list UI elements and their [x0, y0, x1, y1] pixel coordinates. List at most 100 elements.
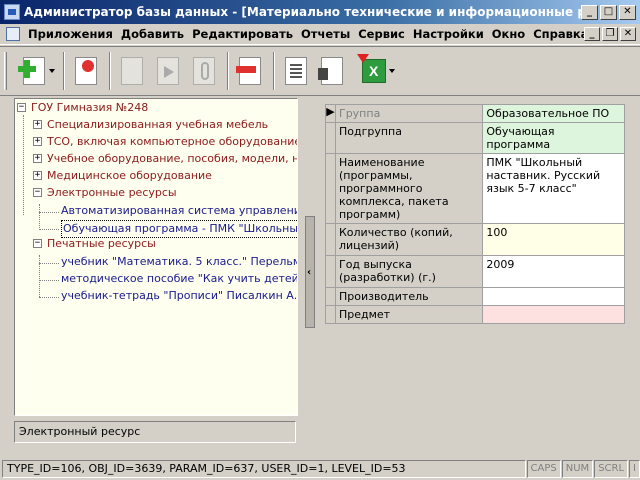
tree-root-label[interactable]: ГОУ Гимназия №248: [31, 100, 148, 116]
mdi-close-button[interactable]: ✕: [620, 27, 636, 41]
grid-row[interactable]: ▶ Группа Образовательное ПО: [325, 104, 625, 123]
tree-node-label[interactable]: Медицинское оборудование: [47, 168, 212, 184]
grid-row[interactable]: Производитель: [325, 287, 625, 306]
grid-row[interactable]: Предмет: [325, 305, 625, 324]
tree-leaf[interactable]: методическое пособие "Как учить детей ма…: [61, 271, 297, 287]
menu-help[interactable]: Справка: [529, 27, 592, 41]
collapse-icon[interactable]: −: [33, 188, 42, 197]
tree-leaf[interactable]: Автоматизированная система управления об…: [61, 203, 297, 219]
collapse-icon[interactable]: −: [17, 103, 26, 112]
collapse-left-icon[interactable]: ‹: [307, 267, 311, 278]
delete-icon: [236, 57, 261, 85]
resource-type-field: Электронный ресурс: [14, 421, 296, 443]
expand-icon[interactable]: +: [33, 120, 42, 129]
excel-icon: [357, 54, 386, 83]
tree-node-label[interactable]: ТСО, включая компьютерное оборудование: [47, 134, 297, 150]
toolbar: [0, 46, 640, 96]
row-indicator: [325, 255, 336, 288]
attach-button[interactable]: [187, 51, 221, 91]
move-button[interactable]: [151, 51, 185, 91]
app-icon[interactable]: [4, 4, 20, 20]
maximize-button[interactable]: □: [600, 4, 617, 20]
chevron-down-icon[interactable]: [389, 69, 395, 73]
copy-button[interactable]: [115, 51, 149, 91]
menu-bar: Приложения Добавить Редактировать Отчеты…: [0, 24, 640, 45]
tree-node-equipment[interactable]: + Учебное оборудование, пособия, модели,…: [33, 151, 297, 167]
row-indicator: [325, 223, 336, 256]
row-indicator: [325, 287, 336, 306]
menu-add[interactable]: Добавить: [117, 27, 188, 41]
expand-icon[interactable]: +: [33, 137, 42, 146]
import-icon: [318, 57, 343, 85]
close-button[interactable]: ✕: [619, 4, 636, 20]
property-value[interactable]: Образовательное ПО: [482, 104, 625, 123]
tree-node-label[interactable]: Специализированная учебная мебель: [47, 117, 268, 133]
property-name: Количество (копий, лицензий): [334, 223, 484, 256]
chevron-down-icon[interactable]: [49, 69, 55, 73]
property-value[interactable]: ПМК "Школьный наставник. Русский язык 5-…: [482, 153, 625, 224]
property-value[interactable]: 2009: [482, 255, 625, 288]
property-name: Предмет: [334, 305, 484, 324]
minimize-button[interactable]: _: [581, 4, 598, 20]
grid-row[interactable]: Подгруппа Обучающая программа: [325, 122, 625, 154]
collapse-icon[interactable]: −: [33, 239, 42, 248]
add-icon: [18, 57, 45, 85]
tree-node-label[interactable]: Учебное оборудование, пособия, модели, н…: [47, 151, 297, 167]
tree-leaf-selected[interactable]: Обучающая программа - ПМК "Школьный наст: [61, 220, 297, 238]
tree-node-printed[interactable]: − Печатные ресурсы: [33, 236, 297, 252]
tree-node-label[interactable]: Электронные ресурсы: [47, 185, 177, 201]
add-button[interactable]: [11, 51, 57, 91]
mdi-restore-button[interactable]: ❐: [602, 27, 618, 41]
tree-node-label[interactable]: Печатные ресурсы: [47, 236, 156, 252]
scrl-indicator: SCRL: [594, 460, 629, 478]
property-value[interactable]: Обучающая программа: [482, 122, 625, 154]
property-name: Производитель: [334, 287, 484, 306]
menu-applications[interactable]: Приложения: [24, 27, 117, 41]
tree-leaf-label[interactable]: методическое пособие "Как учить детей ма…: [61, 271, 297, 287]
pin-button[interactable]: [69, 51, 103, 91]
menu-service[interactable]: Сервис: [354, 27, 409, 41]
row-indicator: [325, 122, 336, 154]
expand-icon[interactable]: +: [33, 154, 42, 163]
grid-row[interactable]: Количество (копий, лицензий) 100: [325, 223, 625, 256]
tree-leaf-label[interactable]: Автоматизированная система управления об…: [61, 203, 297, 219]
tree-node-tso[interactable]: + ТСО, включая компьютерное оборудование: [33, 134, 297, 150]
property-value[interactable]: [482, 287, 625, 306]
mdi-minimize-button[interactable]: _: [584, 27, 600, 41]
import-button[interactable]: [315, 51, 349, 91]
status-bar: TYPE_ID=106, OBJ_ID=3639, PARAM_ID=637, …: [0, 458, 640, 480]
property-name: Подгруппа: [334, 122, 484, 154]
excel-export-button[interactable]: [351, 51, 397, 91]
row-indicator: [325, 305, 336, 324]
tree-leaf-label[interactable]: учебник-тетрадь "Прописи" Писалкин А.Ф.: [61, 288, 297, 304]
report-button[interactable]: [279, 51, 313, 91]
caps-indicator: CAPS: [526, 460, 561, 478]
title-bar: Администратор базы данных - [Материально…: [0, 0, 640, 24]
properties-grid: ▶ Группа Образовательное ПО Подгруппа Об…: [325, 104, 625, 324]
copy-icon: [121, 57, 143, 85]
property-value[interactable]: 100: [482, 223, 625, 256]
pin-icon: [75, 57, 97, 85]
tree-node-furniture[interactable]: + Специализированная учебная мебель: [33, 117, 297, 133]
grid-row[interactable]: Год выпуска (разработки) (г.) 2009: [325, 255, 625, 288]
menu-edit[interactable]: Редактировать: [188, 27, 297, 41]
delete-button[interactable]: [233, 51, 267, 91]
tree-leaf-label[interactable]: учебник "Математика. 5 класс." Перельман…: [61, 254, 297, 270]
resource-tree[interactable]: − ГОУ Гимназия №248 + Специализированная…: [14, 98, 298, 416]
tree-leaf[interactable]: учебник "Математика. 5 класс." Перельман…: [61, 254, 297, 270]
expand-icon[interactable]: +: [33, 171, 42, 180]
report-icon: [285, 57, 307, 85]
toolbar-separator: [227, 52, 229, 90]
property-value[interactable]: [482, 305, 625, 324]
panel-splitter[interactable]: ‹: [305, 216, 315, 328]
grid-row[interactable]: Наименование (программы, программного ко…: [325, 153, 625, 224]
menu-window[interactable]: Окно: [488, 27, 529, 41]
menu-reports[interactable]: Отчеты: [297, 27, 354, 41]
document-icon[interactable]: [6, 27, 20, 41]
tree-node-electronic[interactable]: − Электронные ресурсы: [33, 185, 297, 201]
toolbar-grip[interactable]: [4, 52, 7, 90]
tree-node-medical[interactable]: + Медицинское оборудование: [33, 168, 297, 184]
move-icon: [157, 57, 179, 85]
tree-leaf[interactable]: учебник-тетрадь "Прописи" Писалкин А.Ф.: [61, 288, 297, 304]
menu-settings[interactable]: Настройки: [409, 27, 488, 41]
